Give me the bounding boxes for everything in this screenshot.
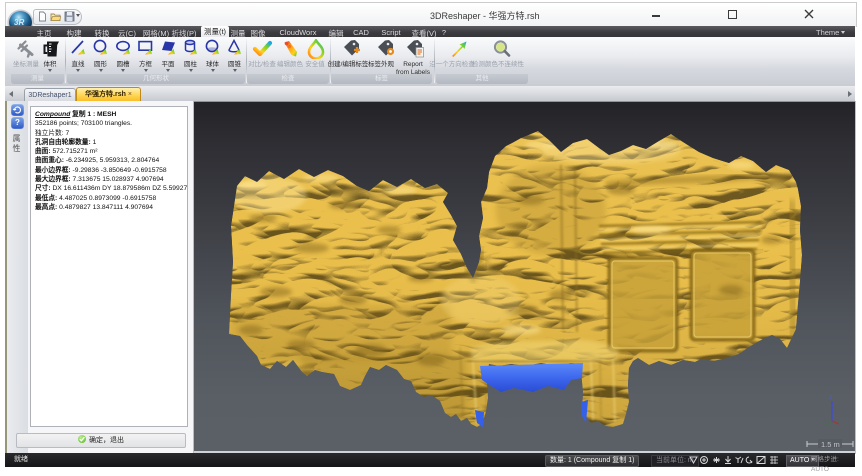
svg-text:z: z xyxy=(829,394,832,401)
svg-text:1.5 m: 1.5 m xyxy=(821,440,840,449)
